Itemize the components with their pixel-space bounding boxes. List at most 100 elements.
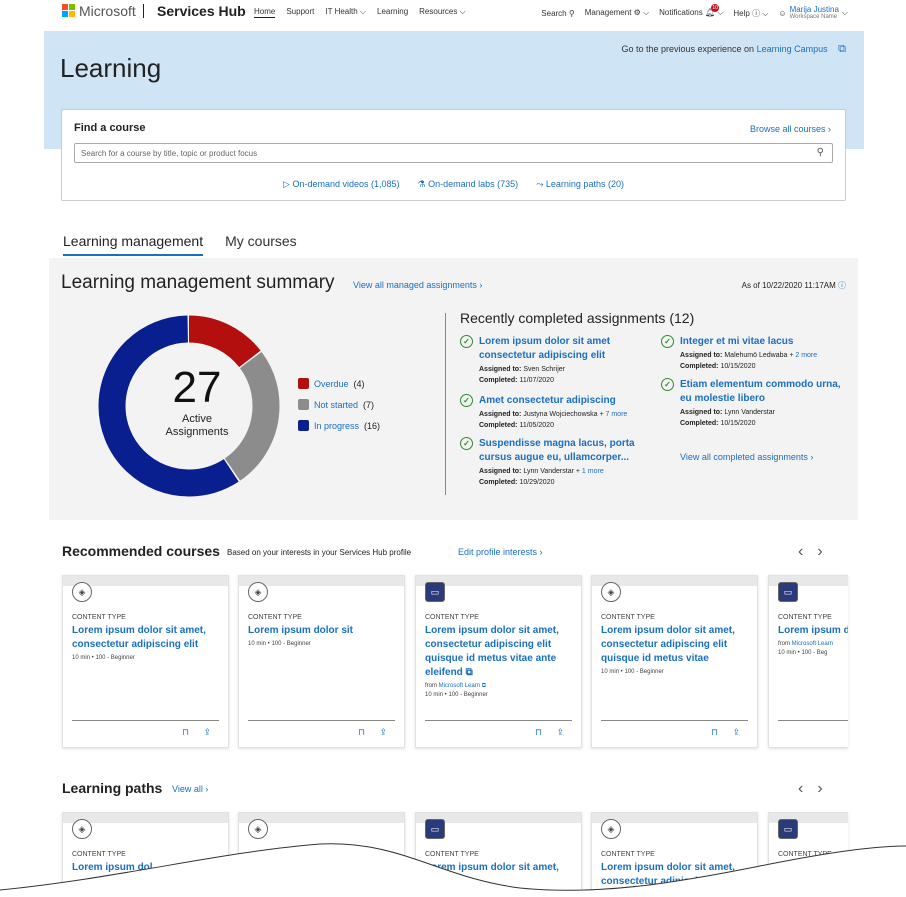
share-icon[interactable]: ⇪	[732, 727, 740, 738]
share-icon[interactable]: ⇪	[556, 727, 564, 738]
chevron-down-icon: ⌵	[359, 7, 366, 16]
info-icon[interactable]: ⓘ	[838, 281, 846, 290]
recommended-carousel-arrows: ‹›	[798, 543, 837, 561]
top-nav: Microsoft Services Hub Home Support IT H…	[0, 0, 906, 30]
torn-edge-decoration	[0, 843, 906, 897]
gear-icon: ⚙	[633, 8, 641, 17]
course-type-icon: ▭	[778, 582, 798, 602]
check-circle-icon: ✓	[460, 394, 473, 407]
path-type-icon: ▭	[778, 819, 798, 839]
share-icon[interactable]: ⇪	[203, 727, 211, 738]
path-type-icon: ◈	[72, 819, 92, 839]
nav-it-health[interactable]: IT Health ⌵	[325, 7, 366, 18]
chevron-down-icon: ⌵	[459, 7, 466, 16]
previous-experience: Go to the previous experience on Learnin…	[621, 43, 846, 55]
chevron-right-icon[interactable]: ›	[817, 780, 836, 797]
tab-my-courses[interactable]: My courses	[225, 233, 297, 256]
chevron-left-icon[interactable]: ‹	[798, 543, 817, 560]
bookmark-icon[interactable]: ⊓	[182, 727, 189, 738]
nav-learning[interactable]: Learning	[377, 7, 408, 18]
completed-assignment: ✓ Lorem ipsum dolor sit amet consectetur …	[460, 335, 650, 385]
edit-profile-interests-link[interactable]: Edit profile interests ›	[458, 547, 543, 557]
learning-paths-link[interactable]: ⤳ Learning paths (20)	[536, 179, 624, 190]
find-course-title: Find a course	[74, 122, 146, 134]
bookmark-icon[interactable]: ⊓	[358, 727, 365, 738]
completed-assignment: ✓ Integer et mi vitae lacus Assigned to: …	[661, 335, 851, 371]
donut-legend: Overdue (4) Not started (7) In progress (16…	[298, 378, 380, 441]
nav-resources[interactable]: Resources ⌵	[419, 7, 466, 18]
learning-paths-view-all[interactable]: View all ›	[172, 784, 208, 794]
nav-support[interactable]: Support	[286, 7, 314, 18]
path-type-icon: ◈	[248, 819, 268, 839]
on-demand-labs-link[interactable]: ⚗ On-demand labs (735)	[418, 179, 519, 190]
nav-right: Search ⚲ Management ⚙ ⌵ Notifications 🔔︎…	[541, 4, 848, 21]
course-card[interactable]: ◈ CONTENT TYPE Lorem ipsum dolor sit ame…	[591, 575, 758, 748]
course-card[interactable]: ◈ CONTENT TYPE Lorem ipsum dolor sit ame…	[62, 575, 229, 748]
legend-not-started[interactable]: Not started (7)	[298, 399, 380, 410]
help-icon: ⓘ	[752, 8, 761, 18]
check-circle-icon: ✓	[460, 335, 473, 348]
notifications-button[interactable]: Notifications 🔔︎ 10 ⌵	[659, 4, 723, 18]
play-icon: ▷	[283, 179, 290, 189]
chevron-right-icon[interactable]: ›	[817, 543, 836, 560]
brand-divider	[143, 4, 144, 18]
as-of-timestamp: As of 10/22/2020 11:17AM ⓘ	[741, 281, 846, 290]
check-circle-icon: ✓	[460, 437, 473, 450]
learning-management-summary: Learning management summary View all man…	[49, 258, 858, 520]
overdue-swatch	[298, 378, 309, 389]
share-icon[interactable]: ⇪	[379, 727, 387, 738]
course-card[interactable]: ▭ CONTENT TYPE Lorem ipsum dolor sit ame…	[415, 575, 582, 748]
page-title: Learning	[60, 53, 162, 83]
view-completed-assignments-link[interactable]: View all completed assignments ›	[680, 452, 813, 462]
flask-icon: ⚗	[417, 179, 426, 189]
external-link-icon[interactable]: ⧉	[838, 43, 846, 55]
management-button[interactable]: Management ⚙ ⌵	[585, 8, 649, 18]
completed-assignment: ✓ Etiam elementum commodo urna, eu molest…	[661, 378, 851, 428]
check-circle-icon: ✓	[661, 378, 674, 391]
search-icon[interactable]: ⚲	[817, 147, 824, 158]
check-circle-icon: ✓	[661, 335, 674, 348]
chevron-left-icon[interactable]: ‹	[798, 780, 817, 797]
total-assignments: 27	[172, 363, 222, 412]
find-course-card: Find a course Browse all courses › Searc…	[61, 109, 846, 201]
course-card[interactable]: ▭ CONTENT TYPE Lorem ipsum d from Micros…	[768, 575, 848, 748]
help-button[interactable]: Help ⓘ ⌵	[733, 8, 768, 19]
nav-home[interactable]: Home	[254, 7, 276, 18]
bookmark-icon[interactable]: ⊓	[711, 727, 718, 738]
course-type-icon: ◈	[601, 582, 621, 602]
tab-bar: Learning management My courses	[63, 233, 297, 256]
paths-carousel-arrows: ‹›	[798, 780, 837, 798]
tab-learning-management[interactable]: Learning management	[63, 233, 204, 256]
not-started-swatch	[298, 399, 309, 410]
main-nav: Home Support IT Health ⌵ Learning Resour…	[254, 7, 466, 18]
summary-title: Learning management summary	[61, 272, 335, 293]
user-name: Marija Justina	[789, 5, 839, 14]
path-icon: ⤳	[536, 179, 544, 189]
course-type-icon: ◈	[248, 582, 268, 602]
in-progress-swatch	[298, 420, 309, 431]
recommended-subtitle: Based on your interests in your Services…	[227, 548, 412, 557]
learning-campus-link[interactable]: Learning Campus	[757, 44, 828, 54]
user-menu[interactable]: ☺ Marija Justina Workspace Name ⌵	[778, 5, 848, 21]
view-managed-assignments-link[interactable]: View all managed assignments ›	[353, 280, 482, 290]
search-button[interactable]: Search ⚲	[541, 9, 574, 18]
course-type-icon: ◈	[72, 582, 92, 602]
browse-all-courses-link[interactable]: Browse all courses ›	[750, 124, 831, 134]
on-demand-videos-link[interactable]: ▷ On-demand videos (1,085)	[283, 179, 400, 190]
microsoft-logo	[62, 4, 75, 17]
find-course-links: ▷ On-demand videos (1,085) ⚗ On-demand l…	[62, 179, 845, 190]
course-type-icon: ▭	[425, 582, 445, 602]
notification-badge: 10	[711, 4, 720, 12]
bookmark-icon[interactable]: ⊓	[535, 727, 542, 738]
bell-icon: 🔔︎ 10	[704, 4, 720, 17]
legend-in-progress[interactable]: In progress (16)	[298, 420, 380, 431]
course-search-input[interactable]: Search for a course by title, topic or p…	[74, 143, 833, 163]
course-card[interactable]: ◈ CONTENT TYPE Lorem ipsum dolor sit 10 …	[238, 575, 405, 748]
brand-title[interactable]: Services Hub	[157, 3, 246, 19]
microsoft-wordmark: Microsoft	[79, 3, 136, 19]
donut-label: Active Assignments	[165, 413, 229, 438]
legend-overdue[interactable]: Overdue (4)	[298, 378, 380, 389]
search-icon: ⚲	[568, 8, 575, 18]
summary-divider	[445, 313, 446, 495]
completed-assignment: ✓ Amet consectetur adipiscing Assigned to…	[460, 394, 650, 430]
